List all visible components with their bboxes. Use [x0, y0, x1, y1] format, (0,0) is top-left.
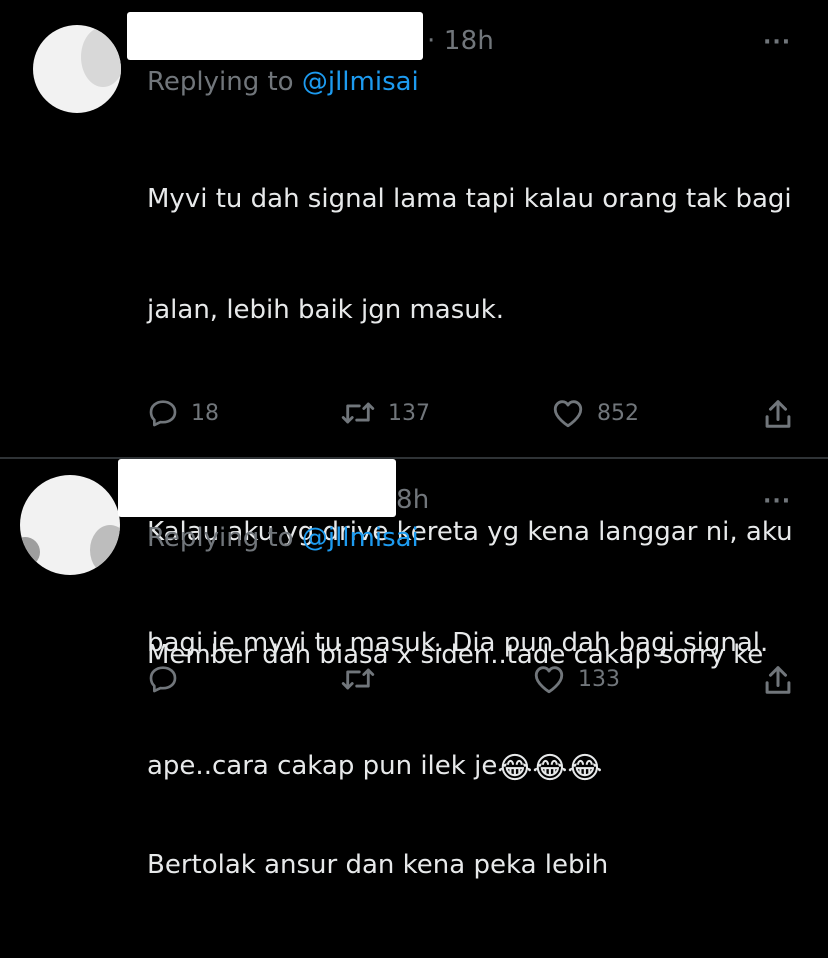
more-icon[interactable]: ···: [763, 30, 791, 55]
author-name[interactable]: [118, 459, 396, 517]
share-button[interactable]: [763, 397, 793, 431]
avatar-shade: [90, 525, 120, 575]
more-icon[interactable]: ···: [763, 489, 791, 514]
share-icon: [765, 666, 791, 694]
like-count: 852: [597, 400, 639, 426]
like-icon: [534, 666, 564, 694]
avatar-shade: [81, 27, 121, 87]
retweet-count: 137: [388, 400, 430, 426]
like-button[interactable]: 852: [551, 397, 639, 429]
tweet-time[interactable]: 8h: [396, 485, 429, 515]
replying-to: Replying to @jllmisai: [147, 67, 419, 97]
replying-to-label: Replying to: [147, 67, 302, 97]
reply-handle-link[interactable]: @jllmisai: [302, 523, 419, 553]
retweet-icon: [341, 668, 375, 690]
tweet-time[interactable]: · 18h: [427, 26, 494, 56]
avatar[interactable]: [33, 25, 121, 113]
tweet-text-fragment: ape..cara cakap pun ilek je: [147, 751, 498, 781]
like-icon: [553, 400, 583, 428]
reply-icon: [149, 400, 177, 427]
avatar[interactable]: [20, 475, 120, 575]
share-icon: [765, 400, 791, 428]
tweet-2[interactable]: 8h ··· Replying to @jllmisai Member dah …: [0, 459, 828, 786]
replying-to-label: Replying to: [147, 523, 302, 553]
author-name[interactable]: [127, 12, 423, 60]
retweet-icon: [341, 402, 375, 424]
tweet-text-line-2: ape..cara cakap pun ilek je😂😂😂: [147, 748, 763, 787]
reply-count: 18: [191, 400, 219, 426]
share-button[interactable]: [763, 663, 793, 697]
reply-icon: [149, 666, 177, 693]
like-count: 133: [578, 666, 620, 692]
avatar-shade: [20, 537, 40, 567]
retweet-button[interactable]: [340, 663, 388, 695]
tweet-text-line: [147, 403, 793, 440]
laughing-emoji-icons: 😂😂😂: [497, 751, 603, 786]
replying-to: Replying to @jllmisai: [147, 523, 419, 553]
reply-button[interactable]: 18: [147, 397, 219, 429]
tweet-1[interactable]: · 18h ··· Replying to @jllmisai Myvi tu …: [0, 0, 828, 880]
reply-button[interactable]: [147, 663, 191, 695]
tweet-text-line: Myvi tu dah signal lama tapi kalau orang…: [147, 184, 792, 214]
tweet-text: Member dah biasa x siden..tade cakap sor…: [147, 563, 763, 861]
like-button[interactable]: 133: [532, 663, 620, 695]
retweet-button[interactable]: 137: [340, 397, 430, 429]
tweet-text-line: jalan, lebih baik jgn masuk.: [147, 295, 505, 325]
reply-handle-link[interactable]: @jllmisai: [302, 67, 419, 97]
tweet-text-line: Member dah biasa x siden..tade cakap sor…: [147, 640, 764, 670]
